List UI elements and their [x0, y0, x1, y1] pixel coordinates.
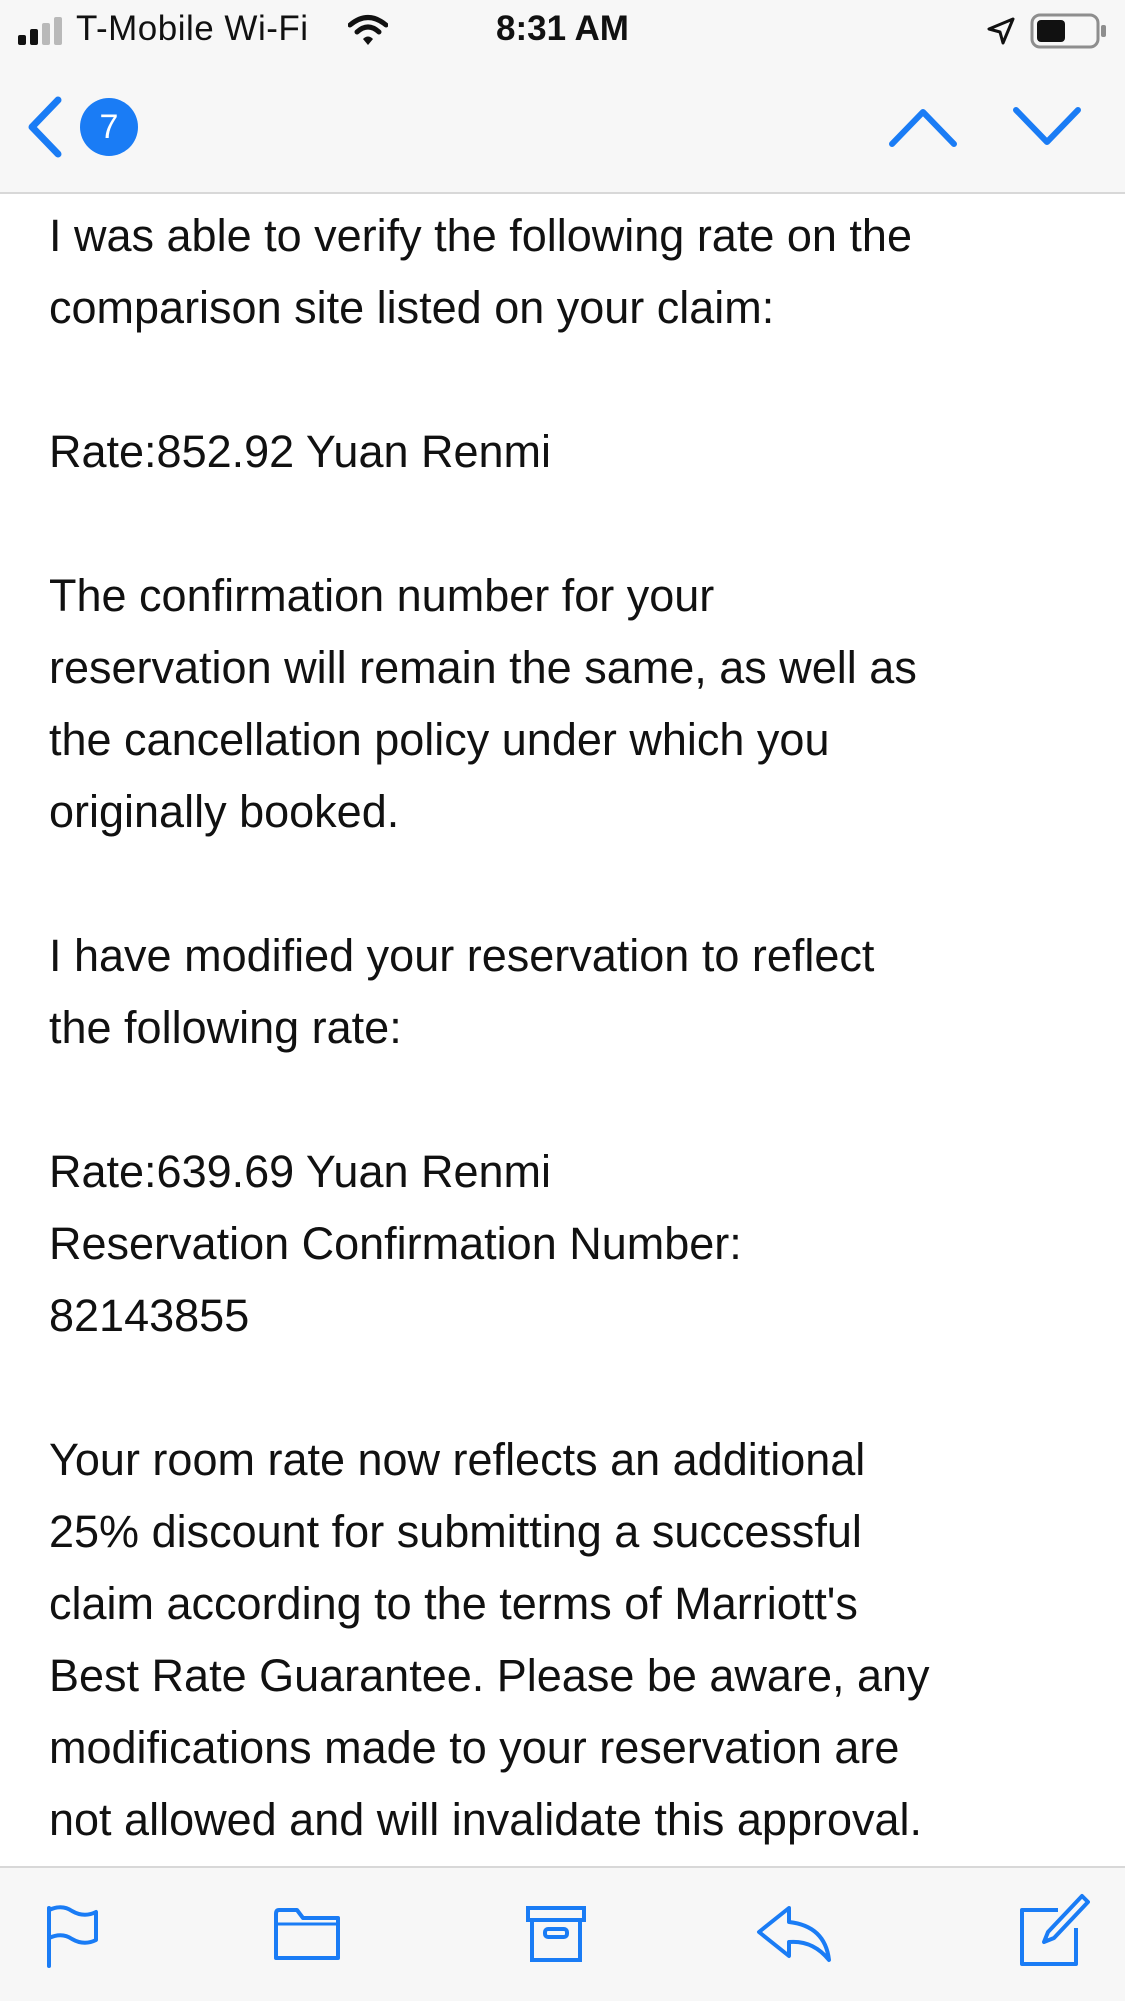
back-button[interactable]: 7 [20, 94, 145, 160]
down-chevron-icon [1013, 107, 1081, 145]
message-paragraph: The confirmation number for your reserva… [49, 570, 917, 837]
flag-icon [47, 1905, 98, 1968]
back-chevron-icon [24, 94, 64, 165]
status-bar: T-Mobile Wi-Fi 8:31 AM [0, 0, 1125, 62]
flag-button[interactable] [44, 1904, 100, 1975]
compose-button[interactable] [1018, 1892, 1090, 1973]
mail-message-screen: T-Mobile Wi-Fi 8:31 AM 7 I was able to v… [0, 0, 1125, 2001]
message-paragraph: Rate:852.92 Yuan Renmi [49, 426, 552, 477]
archive-icon [526, 1906, 586, 1962]
message-paragraph: I have modified your reservation to refl… [49, 930, 875, 1053]
folder-icon [274, 1908, 340, 1960]
status-time: 8:31 AM [496, 9, 629, 48]
bottom-toolbar [0, 1866, 1125, 2001]
up-chevron-icon [889, 109, 957, 147]
location-arrow-icon [986, 16, 1016, 51]
reply-icon [757, 1906, 831, 1962]
nav-bar: 7 [0, 62, 1125, 194]
battery-icon [1030, 13, 1108, 54]
message-paragraph: Your room rate now reflects an additiona… [49, 1434, 930, 1845]
previous-message-button[interactable] [888, 102, 958, 157]
compose-icon [1020, 1894, 1090, 1966]
message-body[interactable]: I was able to verify the following rate … [49, 200, 1089, 1862]
archive-button[interactable] [525, 1904, 587, 1969]
move-to-folder-button[interactable] [273, 1904, 341, 1967]
message-paragraph: I was able to verify the following rate … [49, 210, 912, 333]
message-paragraph: Rate:639.69 Yuan Renmi Reservation Confi… [49, 1146, 742, 1341]
next-message-button[interactable] [1012, 102, 1082, 157]
reply-button[interactable] [755, 1904, 833, 1969]
unread-count-badge: 7 [80, 98, 138, 156]
